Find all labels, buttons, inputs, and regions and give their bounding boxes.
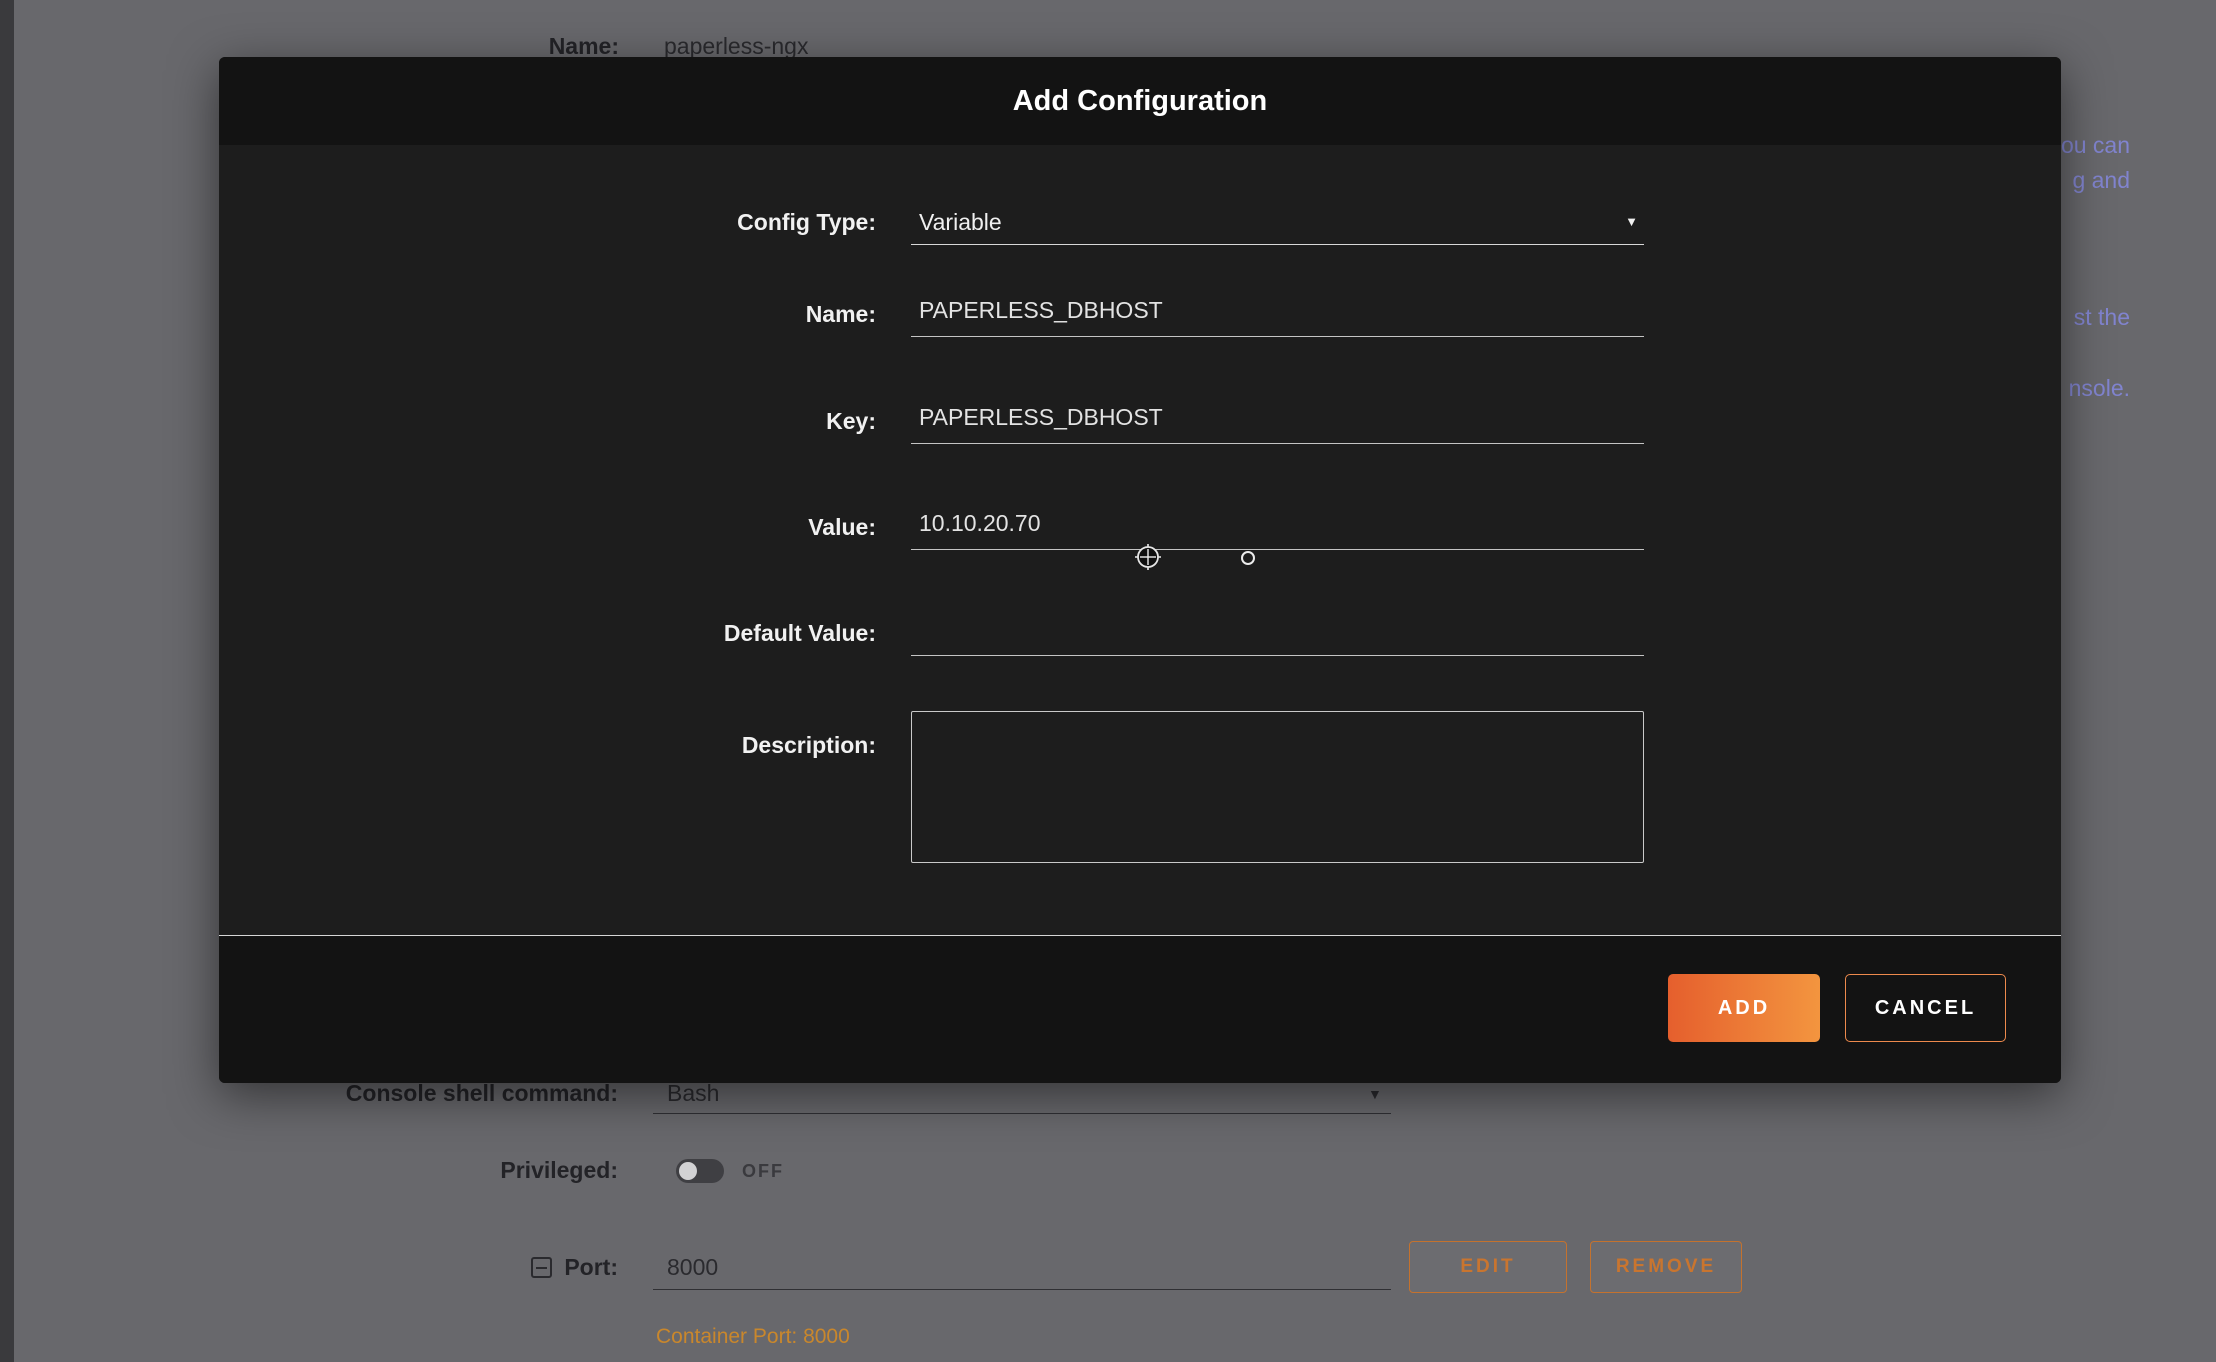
edit-button[interactable]: EDIT: [1409, 1241, 1567, 1293]
name-label: Name:: [219, 291, 876, 337]
toggle-knob: [679, 1162, 697, 1180]
console-dropdown-caret-icon[interactable]: ▼: [1368, 1086, 1382, 1102]
privileged-toggle[interactable]: [676, 1159, 724, 1183]
config-type-label: Config Type:: [219, 199, 876, 245]
value-input[interactable]: [911, 504, 1644, 549]
clipped-help-text: g and: [2072, 167, 2130, 194]
default-value-field-wrap: [911, 610, 1644, 656]
key-label: Key:: [219, 398, 876, 444]
default-value-label: Default Value:: [219, 610, 876, 656]
remove-button[interactable]: REMOVE: [1590, 1241, 1742, 1293]
port-underline: [653, 1289, 1391, 1290]
name-input[interactable]: [911, 291, 1644, 336]
selection-handle-icon: [1241, 551, 1255, 565]
description-textarea[interactable]: [911, 711, 1644, 863]
port-value[interactable]: 8000: [667, 1246, 718, 1288]
privileged-label: Privileged:: [300, 1149, 618, 1191]
key-field-wrap: [911, 398, 1644, 444]
value-field-wrap: [911, 504, 1644, 550]
cancel-button[interactable]: CANCEL: [1845, 974, 2006, 1042]
chevron-down-icon: ▼: [1625, 199, 1638, 245]
description-label: Description:: [219, 722, 876, 768]
port-label: Port:: [400, 1246, 618, 1288]
console-shell-underline: [653, 1113, 1391, 1114]
default-value-input[interactable]: [911, 610, 1644, 655]
add-button[interactable]: ADD: [1668, 974, 1820, 1042]
dialog-title: Add Configuration: [219, 57, 2061, 145]
dialog-header: Add Configuration: [219, 57, 2061, 145]
key-input[interactable]: [911, 398, 1644, 443]
config-type-selected-value: Variable: [919, 209, 1002, 235]
config-type-select[interactable]: Variable ▼: [911, 199, 1644, 245]
container-port-text: Container Port: 8000: [656, 1325, 850, 1349]
page-left-edge: [0, 0, 14, 1362]
value-label: Value:: [219, 504, 876, 550]
clipped-help-text: ou can: [2061, 132, 2130, 159]
clipped-help-text: nsole.: [2069, 375, 2130, 402]
privileged-state-text: OFF: [742, 1159, 784, 1183]
move-cursor-icon: [1133, 542, 1163, 572]
clipped-help-text: st the: [2074, 304, 2130, 331]
name-field-wrap: [911, 291, 1644, 337]
